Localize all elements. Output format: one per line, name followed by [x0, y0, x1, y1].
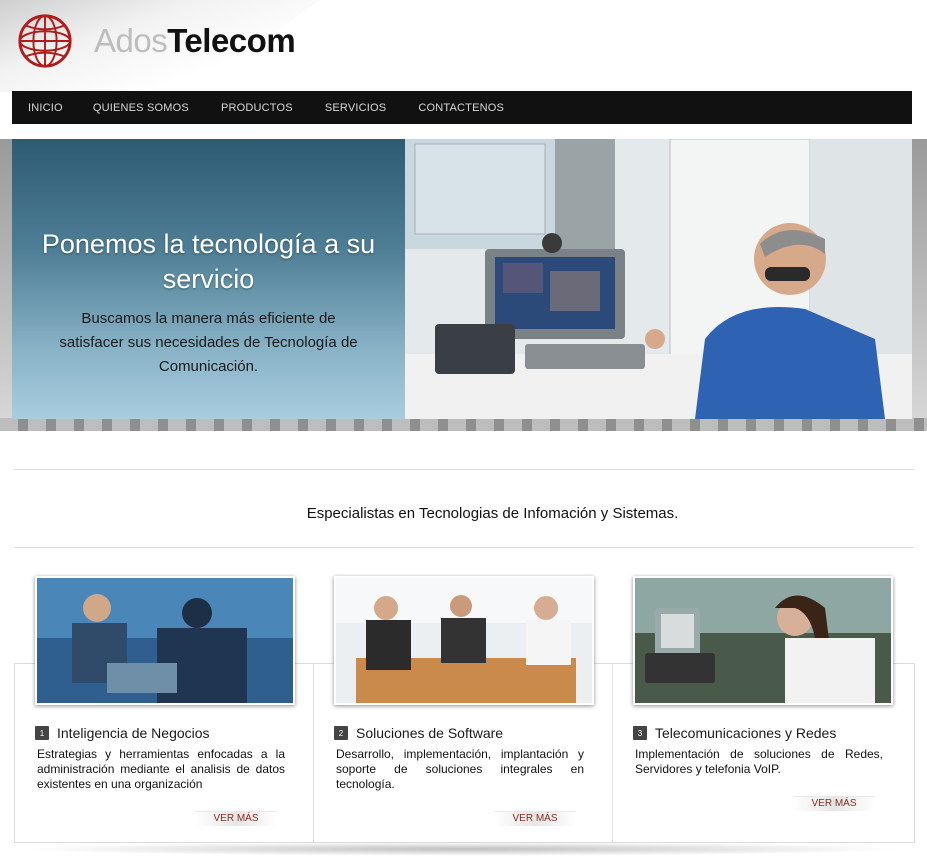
brand-name: AdosTelecom — [94, 22, 296, 60]
card-title: Soluciones de Software — [356, 725, 504, 741]
hero-title: Ponemos la tecnología a su servicio — [41, 229, 376, 294]
brand-name-light: Ados — [94, 22, 168, 59]
ver-mas-link-bi[interactable]: VER MÁS — [195, 811, 277, 826]
header: AdosTelecom — [0, 0, 927, 92]
service-card-telecom: 3 Telecomunicaciones y Redes Implementac… — [633, 576, 893, 777]
separator-top — [14, 469, 914, 470]
nav-inicio[interactable]: INICIO — [28, 102, 63, 114]
service-card-software: 2 Soluciones de Software Desarrollo, imp… — [334, 576, 594, 792]
voip-photo[interactable] — [633, 576, 893, 705]
nav-contactenos[interactable]: CONTACTENOS — [418, 102, 504, 114]
hero-subtitle: Buscamos la manera más eficiente de sati… — [59, 310, 358, 375]
card-title-row: 1 Inteligencia de Negocios — [35, 725, 295, 741]
column-divider — [612, 663, 613, 842]
woman-videophone-image — [635, 578, 891, 703]
separator-bottom — [14, 547, 914, 548]
nav-quienes-somos[interactable]: QUIENES SOMOS — [93, 102, 189, 114]
column-divider — [313, 663, 314, 842]
tagline: Especialistas en Tecnologias de Infomaci… — [306, 505, 679, 522]
panel-shadow — [20, 842, 907, 856]
business-meeting-image — [37, 578, 293, 703]
office-team-image — [336, 578, 592, 703]
hero-text-panel: Ponemos la tecnología a su servicio Busc… — [12, 139, 405, 419]
card-number: 2 — [334, 726, 348, 740]
office-videocall-photo — [405, 139, 912, 419]
globe-logo-icon — [18, 14, 72, 68]
card-description: Implementación de soluciones de Redes, S… — [635, 747, 883, 776]
office-team-photo[interactable] — [334, 576, 594, 705]
card-number: 1 — [35, 726, 49, 740]
meeting-photo[interactable] — [35, 576, 295, 705]
brand-name-bold: Telecom — [167, 22, 296, 59]
ver-mas-link-software[interactable]: VER MÁS — [494, 811, 576, 826]
card-number: 3 — [633, 726, 647, 740]
hero-photo — [405, 139, 912, 419]
card-title-row: 2 Soluciones de Software — [334, 725, 594, 741]
service-card-bi: 1 Inteligencia de Negocios Estrategias y… — [35, 576, 295, 792]
logo[interactable]: AdosTelecom — [16, 12, 296, 70]
nav-productos[interactable]: PRODUCTOS — [221, 102, 293, 114]
ver-mas-link-telecom[interactable]: VER MÁS — [793, 796, 875, 811]
card-title: Telecomunicaciones y Redes — [655, 725, 837, 741]
card-title-row: 3 Telecomunicaciones y Redes — [633, 725, 893, 741]
nav-servicios[interactable]: SERVICIOS — [325, 102, 387, 114]
card-title: Inteligencia de Negocios — [57, 725, 210, 741]
main-nav: INICIO QUIENES SOMOS PRODUCTOS SERVICIOS… — [12, 91, 912, 124]
card-description: Desarrollo, implementación, implantación… — [336, 747, 584, 791]
card-description: Estrategias y herramientas enfocadas a l… — [37, 747, 285, 791]
